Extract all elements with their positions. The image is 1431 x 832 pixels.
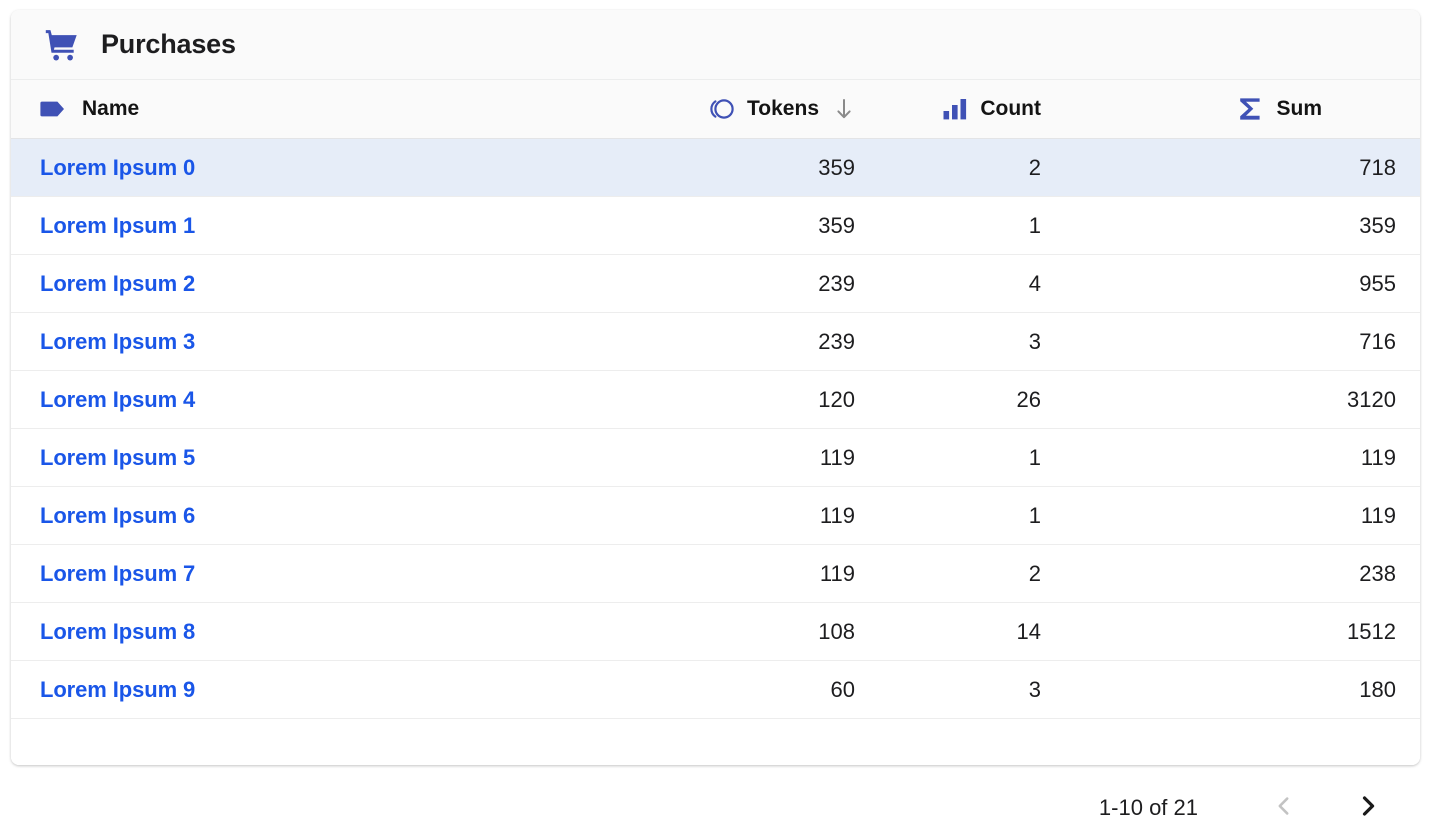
row-name-link[interactable]: Lorem Ipsum 0 xyxy=(40,155,195,181)
cell-count: 14 xyxy=(1016,618,1041,644)
cell-tokens: 108 xyxy=(818,618,855,644)
chevron-right-icon xyxy=(1355,793,1381,822)
cell-name: Lorem Ipsum 2 xyxy=(11,255,631,312)
row-name-link[interactable]: Lorem Ipsum 8 xyxy=(40,619,195,645)
purchases-card: Purchases Name Tokens Count Sum Lorem Ip… xyxy=(11,10,1420,765)
column-header-name-label: Name xyxy=(82,97,140,120)
cell-tokens: 359 xyxy=(818,154,855,180)
cell-name: Lorem Ipsum 3 xyxy=(11,313,631,370)
sort-descending-icon[interactable] xyxy=(833,97,855,121)
purchases-page: Purchases Name Tokens Count Sum Lorem Ip… xyxy=(0,0,1431,832)
cell-tokens: 119 xyxy=(819,502,855,528)
column-header-count-label: Count xyxy=(980,97,1041,120)
pagination-bar: 1-10 of 21 xyxy=(11,783,1420,832)
table-body: Lorem Ipsum 0 359 2 718 Lorem Ipsum 1 359 1 359… xyxy=(11,139,1420,765)
table-row[interactable]: Lorem Ipsum 3 239 3 716 xyxy=(11,313,1420,371)
cell-name: Lorem Ipsum 8 xyxy=(11,603,631,660)
cell-tokens: 120 xyxy=(818,386,855,412)
cell-tokens: 239 xyxy=(818,328,855,354)
cell-sum: 359 xyxy=(1359,212,1396,238)
cell-count: 1 xyxy=(1028,502,1041,528)
column-header-count[interactable]: Count xyxy=(861,80,1131,138)
cell-name: Lorem Ipsum 6 xyxy=(11,487,631,544)
card-header: Purchases xyxy=(11,10,1420,80)
column-header-sum-label: Sum xyxy=(1276,97,1322,120)
row-name-link[interactable]: Lorem Ipsum 1 xyxy=(40,213,195,239)
cell-sum: 119 xyxy=(1360,502,1396,528)
row-name-link[interactable]: Lorem Ipsum 2 xyxy=(40,271,195,297)
cell-sum: 180 xyxy=(1359,676,1396,702)
cell-name: Lorem Ipsum 7 xyxy=(11,545,631,602)
cell-sum: 716 xyxy=(1359,328,1396,354)
cell-sum: 718 xyxy=(1359,154,1396,180)
sigma-icon xyxy=(1237,96,1263,122)
cell-tokens: 359 xyxy=(818,212,855,238)
cell-name: Lorem Ipsum 4 xyxy=(11,371,631,428)
row-name-link[interactable]: Lorem Ipsum 9 xyxy=(40,677,195,703)
cell-tokens: 119 xyxy=(819,560,855,586)
cell-sum: 119 xyxy=(1360,444,1396,470)
cell-name: Lorem Ipsum 1 xyxy=(11,197,631,254)
table-row[interactable]: Lorem Ipsum 4 120 26 3120 xyxy=(11,371,1420,429)
table-row[interactable]: Lorem Ipsum 6 119 1 119 xyxy=(11,487,1420,545)
cell-count: 1 xyxy=(1028,444,1041,470)
cell-count: 2 xyxy=(1028,560,1041,586)
table-row[interactable]: Lorem Ipsum 8 108 14 1512 xyxy=(11,603,1420,661)
cell-tokens: 239 xyxy=(818,270,855,296)
cell-sum: 955 xyxy=(1359,270,1396,296)
row-name-link[interactable]: Lorem Ipsum 5 xyxy=(40,445,195,471)
cell-count: 3 xyxy=(1028,676,1041,702)
cell-name: Lorem Ipsum 5 xyxy=(11,429,631,486)
cell-count: 4 xyxy=(1028,270,1041,296)
cell-count: 3 xyxy=(1028,328,1041,354)
row-name-link[interactable]: Lorem Ipsum 7 xyxy=(40,561,195,587)
token-icon xyxy=(706,97,736,121)
previous-page-button[interactable] xyxy=(1262,786,1306,830)
table-header-row: Name Tokens Count Sum xyxy=(11,80,1420,139)
table-row[interactable]: Lorem Ipsum 1 359 1 359 xyxy=(11,197,1420,255)
cell-sum: 1512 xyxy=(1347,618,1396,644)
cell-tokens: 119 xyxy=(819,444,855,470)
table-row[interactable]: Lorem Ipsum 0 359 2 718 xyxy=(11,139,1420,197)
next-page-button[interactable] xyxy=(1346,786,1390,830)
row-name-link[interactable]: Lorem Ipsum 4 xyxy=(40,387,195,413)
table-row[interactable]: Lorem Ipsum 2 239 4 955 xyxy=(11,255,1420,313)
tag-icon xyxy=(40,99,68,119)
shopping-cart-icon xyxy=(40,23,84,67)
cell-count: 26 xyxy=(1016,386,1041,412)
column-header-tokens-label: Tokens xyxy=(747,97,819,120)
column-header-tokens[interactable]: Tokens xyxy=(631,80,861,138)
table-row[interactable]: Lorem Ipsum 5 119 1 119 xyxy=(11,429,1420,487)
pagination-range-label: 1-10 of 21 xyxy=(1098,794,1198,820)
chevron-left-icon xyxy=(1272,794,1296,821)
cell-name: Lorem Ipsum 0 xyxy=(11,139,631,196)
cell-count: 1 xyxy=(1028,212,1041,238)
column-header-sum[interactable]: Sum xyxy=(1131,80,1420,138)
column-header-name[interactable]: Name xyxy=(11,80,631,138)
cell-name: Lorem Ipsum 9 xyxy=(11,661,631,718)
page-title: Purchases xyxy=(101,29,236,59)
cell-tokens: 60 xyxy=(830,676,855,702)
cell-count: 2 xyxy=(1028,154,1041,180)
cell-sum: 3120 xyxy=(1347,386,1396,412)
row-name-link[interactable]: Lorem Ipsum 3 xyxy=(40,329,195,355)
bar-chart-icon xyxy=(942,97,968,121)
table-row[interactable]: Lorem Ipsum 7 119 2 238 xyxy=(11,545,1420,603)
row-name-link[interactable]: Lorem Ipsum 6 xyxy=(40,503,195,529)
table-row[interactable]: Lorem Ipsum 9 60 3 180 xyxy=(11,661,1420,719)
cell-sum: 238 xyxy=(1359,560,1396,586)
